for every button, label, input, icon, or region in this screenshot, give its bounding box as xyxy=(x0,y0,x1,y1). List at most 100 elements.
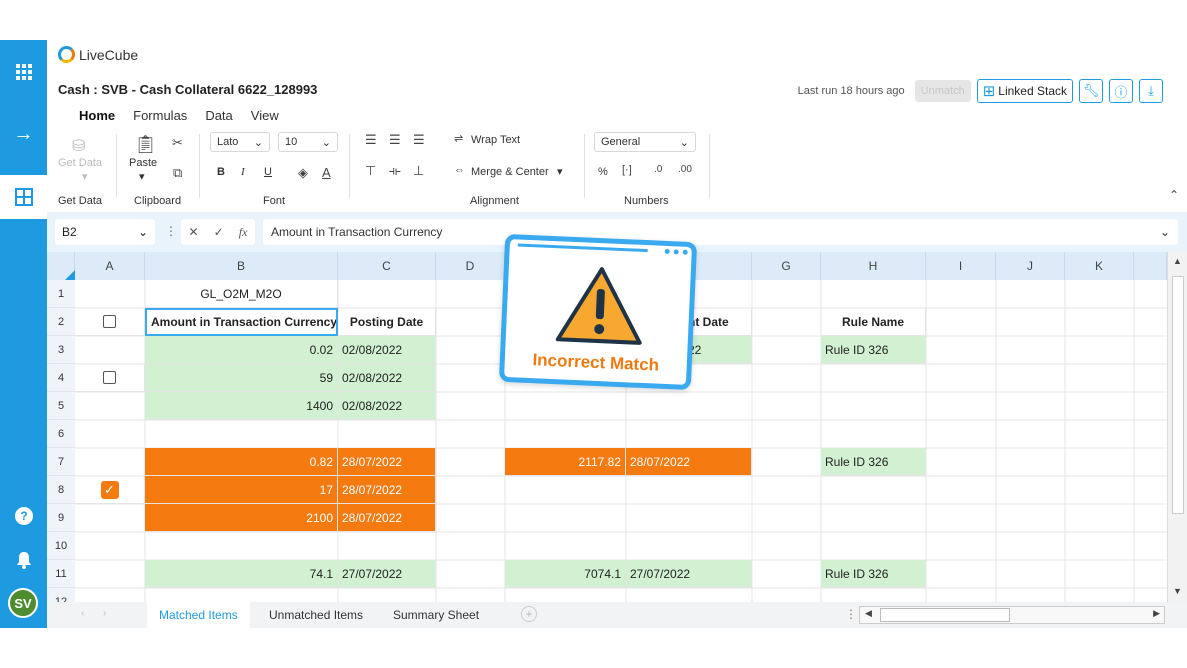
align-bottom-icon[interactable]: ⊥ xyxy=(413,163,424,179)
sheet-tab-matched-items[interactable]: Matched Items xyxy=(147,602,250,628)
cell-b5[interactable]: 1400 xyxy=(145,392,338,420)
cell-b4[interactable]: 59 xyxy=(145,364,338,392)
font-size-select[interactable]: 10 ⌄ xyxy=(278,132,338,152)
linked-stack-button[interactable]: ⊞ Linked Stack xyxy=(976,79,1073,103)
scroll-down-icon[interactable]: ▼ xyxy=(1173,586,1182,596)
formula-input[interactable]: Amount in Transaction Currency ⌄ xyxy=(263,219,1178,245)
more-options-icon[interactable]: ⋮ xyxy=(165,224,177,238)
row-checkbox-cell[interactable] xyxy=(75,364,145,392)
number-format-select[interactable]: General ⌄ xyxy=(594,132,696,152)
row-header[interactable]: 10 xyxy=(47,532,75,560)
scroll-left-icon[interactable]: ◀ xyxy=(865,608,872,619)
brackets-icon[interactable]: [·] xyxy=(622,164,632,176)
unmatch-button[interactable]: Unmatch xyxy=(914,80,971,102)
confirm-icon[interactable]: ✓ xyxy=(214,225,224,239)
merge-dropdown-icon[interactable]: ▾ xyxy=(557,165,563,178)
checkbox[interactable] xyxy=(103,315,116,328)
vertical-scrollbar[interactable]: ▲ ▼ xyxy=(1167,252,1187,602)
checkbox[interactable] xyxy=(103,371,116,384)
scissors-icon[interactable]: ✂ xyxy=(172,135,183,151)
help-icon[interactable]: ? xyxy=(0,494,47,538)
paste-dropdown-icon[interactable]: ▾ xyxy=(139,170,145,183)
cell-c4[interactable]: 02/08/2022 xyxy=(338,364,436,392)
cell-b1[interactable]: GL_O2M_M2O xyxy=(145,280,338,308)
scroll-thumb[interactable] xyxy=(880,608,1010,622)
cell-c9[interactable]: 28/07/2022 xyxy=(338,504,436,532)
align-middle-icon[interactable]: ⟛ xyxy=(389,163,401,179)
row-header[interactable]: 3 xyxy=(47,336,75,364)
horizontal-scrollbar[interactable]: ◀ ▶ xyxy=(859,606,1165,624)
fill-color-icon[interactable]: ◈ xyxy=(298,165,308,181)
percent-button[interactable]: % xyxy=(598,166,608,178)
cell-h2[interactable]: Rule Name xyxy=(821,308,926,336)
get-data-dropdown-icon[interactable]: ▾ xyxy=(82,170,88,183)
cell-c5[interactable]: 02/08/2022 xyxy=(338,392,436,420)
align-left-icon[interactable]: ☰ xyxy=(365,132,377,148)
avatar[interactable]: SV xyxy=(8,588,38,618)
apps-grid-icon[interactable] xyxy=(0,50,47,94)
column-header-i[interactable]: I xyxy=(926,252,996,280)
underline-button[interactable]: U xyxy=(264,166,272,178)
row-header[interactable]: 1 xyxy=(47,280,75,308)
info-icon[interactable]: ⓘ xyxy=(1109,79,1133,103)
decrease-decimal-icon[interactable]: .0 xyxy=(654,164,662,175)
name-box[interactable]: B2 ⌄ xyxy=(55,219,155,245)
row-header[interactable]: 8 xyxy=(47,476,75,504)
bell-icon[interactable] xyxy=(0,538,47,582)
add-sheet-icon[interactable]: + xyxy=(521,606,537,622)
cell-b2-selected[interactable]: Amount in Transaction Currency xyxy=(145,308,338,336)
column-header-c[interactable]: C xyxy=(338,252,436,280)
tab-formulas[interactable]: Formulas xyxy=(133,108,187,123)
arrow-right-icon[interactable]: → xyxy=(0,112,47,156)
row-checkbox-cell[interactable]: ✓ xyxy=(75,476,145,504)
get-data-button[interactable]: Get Data xyxy=(58,157,102,169)
copy-icon[interactable]: ⧉ xyxy=(173,165,182,181)
cell-e11[interactable]: 7074.1 xyxy=(505,560,626,588)
cell-b8[interactable]: 17 xyxy=(145,476,338,504)
cell-c11[interactable]: 27/07/2022 xyxy=(338,560,436,588)
row-header[interactable]: 6 xyxy=(47,420,75,448)
row-header[interactable]: 9 xyxy=(47,504,75,532)
cell-b3[interactable]: 0.02 xyxy=(145,336,338,364)
sheet-tab-summary-sheet[interactable]: Summary Sheet xyxy=(381,602,491,628)
align-right-icon[interactable]: ☰ xyxy=(413,132,425,148)
font-family-select[interactable]: Lato ⌄ xyxy=(210,132,270,152)
function-icon[interactable]: fx xyxy=(239,225,248,240)
bold-button[interactable]: B xyxy=(217,166,225,178)
font-color-icon[interactable]: A xyxy=(322,165,331,180)
checkbox-checked[interactable]: ✓ xyxy=(100,480,119,499)
cell-c7[interactable]: 28/07/2022 xyxy=(338,448,436,476)
tab-home[interactable]: Home xyxy=(79,108,115,123)
collapse-ribbon-icon[interactable]: ⌃ xyxy=(1169,188,1179,202)
paste-button[interactable]: Paste xyxy=(129,157,157,169)
align-top-icon[interactable]: ⊤ xyxy=(365,163,376,179)
cell-b11[interactable]: 74.1 xyxy=(145,560,338,588)
prev-sheet-icon[interactable]: ‹ xyxy=(81,608,84,619)
column-header-h[interactable]: H xyxy=(821,252,926,280)
cancel-icon[interactable]: ✕ xyxy=(189,225,199,239)
spreadsheet-icon[interactable] xyxy=(0,175,47,219)
column-header-d[interactable]: D xyxy=(436,252,505,280)
wrap-text-button[interactable]: Wrap Text xyxy=(471,134,520,146)
italic-button[interactable]: I xyxy=(241,166,245,178)
scroll-thumb[interactable] xyxy=(1172,276,1184,514)
align-center-icon[interactable]: ☰ xyxy=(389,132,401,148)
wrench-icon[interactable]: 🔧︎ xyxy=(1079,79,1103,103)
cell-b7[interactable]: 0.82 xyxy=(145,448,338,476)
merge-center-button[interactable]: Merge & Center xyxy=(471,166,549,178)
next-sheet-icon[interactable]: › xyxy=(103,608,106,619)
cell-f7[interactable]: 28/07/2022 xyxy=(626,448,752,476)
cell-b9[interactable]: 2100 xyxy=(145,504,338,532)
cell-c8[interactable]: 28/07/2022 xyxy=(338,476,436,504)
row-header[interactable]: 11 xyxy=(47,560,75,588)
row-header[interactable]: 12 xyxy=(47,588,75,602)
cell-h11[interactable]: Rule ID 326 xyxy=(821,560,926,588)
cell-c3[interactable]: 02/08/2022 xyxy=(338,336,436,364)
select-all-corner[interactable] xyxy=(47,252,75,280)
tab-splitter-icon[interactable]: ⋮ xyxy=(845,607,857,621)
download-icon[interactable]: ⤓ xyxy=(1139,79,1163,103)
sheet-tab-unmatched-items[interactable]: Unmatched Items xyxy=(257,602,375,628)
increase-decimal-icon[interactable]: .00 xyxy=(678,164,692,175)
column-header-a[interactable]: A xyxy=(75,252,145,280)
cell-h7[interactable]: Rule ID 326 xyxy=(821,448,926,476)
